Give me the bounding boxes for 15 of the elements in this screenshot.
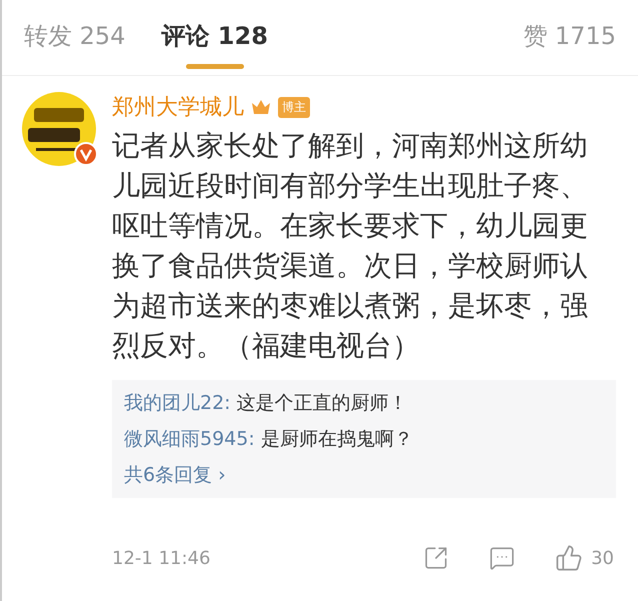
like-count: 30 [591, 548, 614, 568]
author-badge: 博主 [278, 96, 310, 118]
reply[interactable]: 我的团儿22: 这是个正直的厨师！ [124, 388, 604, 418]
tab-underline [186, 64, 244, 69]
author-name[interactable]: 郑州大学城儿 [112, 92, 244, 122]
tab[interactable]: 赞 1715 [523, 0, 616, 74]
share-icon[interactable] [423, 545, 450, 571]
more-replies-link[interactable]: 共6条回复 › [124, 464, 226, 486]
reply[interactable]: 微风细雨5945: 是厨师在捣鬼啊？ [124, 424, 604, 454]
comment-icon[interactable] [489, 545, 516, 571]
tab[interactable]: 转发 254 [24, 0, 126, 74]
comment-text: 记者从家长处了解到，河南郑州这所幼儿园近段时间有部分学生出现肚子疼、呕吐等情况。在家长要求下，幼儿园更换了食品供货渠道。次日，学校厨师认为超市送来的枣难以煮粥，是坏枣，强烈反对。（福建电视台） [112, 128, 589, 364]
like-icon[interactable] [555, 544, 584, 572]
tab[interactable]: 评论 128 [161, 0, 268, 74]
comment-time: 12-1 11:46 [112, 548, 210, 568]
